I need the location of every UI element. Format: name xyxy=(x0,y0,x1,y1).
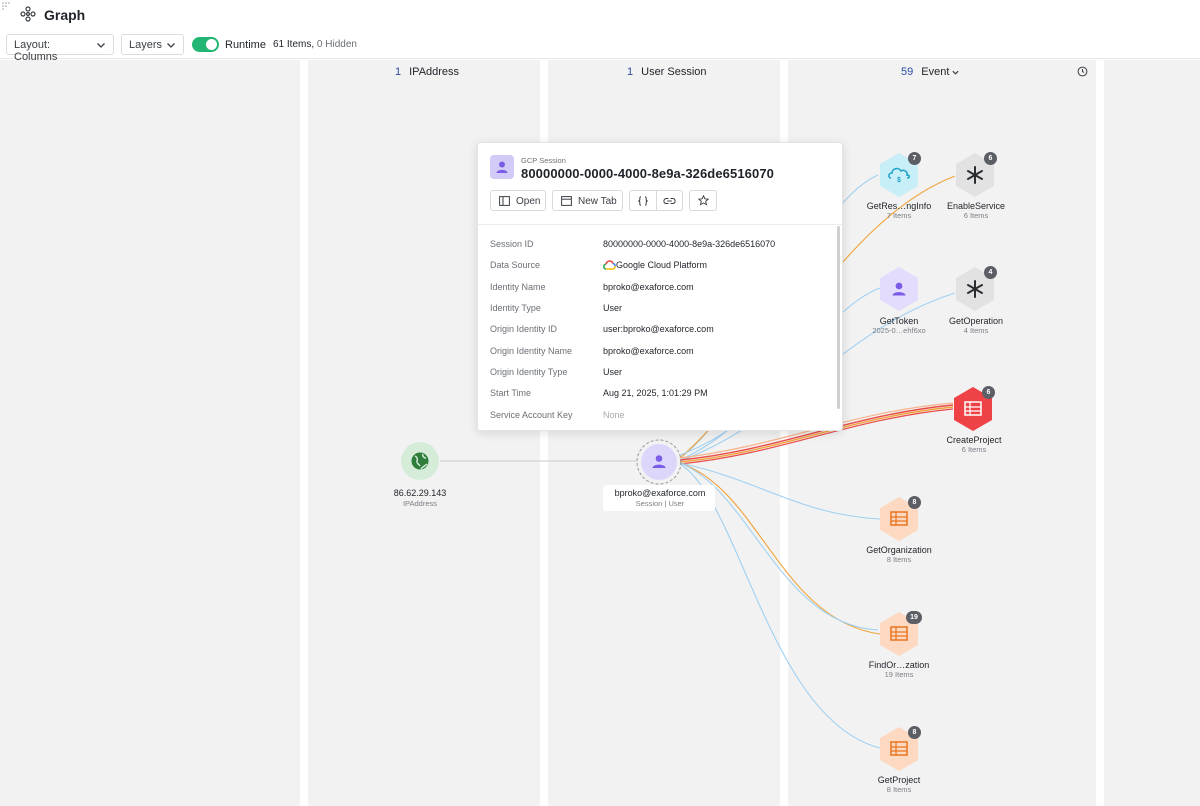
node-event-getresourcebilling[interactable]: $ 7 xyxy=(878,152,921,198)
user-icon xyxy=(636,439,682,485)
open-button-label: Open xyxy=(516,196,541,207)
field-value: Google Cloud Platform xyxy=(616,260,708,270)
node-event-label: GetProject xyxy=(877,775,921,785)
count-badge: 6 xyxy=(984,152,997,165)
node-event-createproject[interactable]: 6 xyxy=(952,386,995,432)
new-tab-button[interactable]: New Tab xyxy=(552,190,623,211)
panel-icon xyxy=(499,196,510,206)
node-session-label: bproko@exaforce.com xyxy=(614,488,706,498)
field-value: bproko@exaforce.com xyxy=(603,282,694,292)
count-badge: 7 xyxy=(908,152,921,165)
node-event-label: CreateProject xyxy=(946,435,1002,445)
field-value: Aug 21, 2025, 1:01:29 PM xyxy=(603,388,708,398)
field-key: Identity Type xyxy=(490,303,541,313)
runtime-label: Runtime xyxy=(225,39,266,51)
user-icon xyxy=(880,267,918,311)
chevron-down-icon xyxy=(167,43,175,48)
field-value: User xyxy=(603,367,623,377)
node-event-label: GetOrganization xyxy=(866,545,932,555)
popup-scrollbar[interactable] xyxy=(837,226,840,409)
node-event-getproject[interactable]: 8 xyxy=(878,726,921,772)
popup-title: 80000000-0000-4000-8e9a-326de6516070 xyxy=(521,166,774,181)
field-value: user:bproko@exaforce.com xyxy=(603,324,714,334)
node-ip-label: 86.62.29.143 xyxy=(393,488,447,498)
field-key: Service Account Key xyxy=(490,410,573,420)
field-key: Origin Identity Name xyxy=(490,346,573,356)
json-braces-icon[interactable] xyxy=(637,196,649,206)
drag-handle-icon[interactable] xyxy=(2,2,12,12)
graph-toolbar: Layout: Columns Layers Runtime 61 Items,… xyxy=(0,30,1200,63)
google-cloud-icon xyxy=(603,260,616,270)
node-event-label: EnableService xyxy=(946,201,1006,211)
items-count: 61 Items, xyxy=(273,39,315,50)
button-divider xyxy=(656,191,657,210)
node-event-getoperation[interactable]: 4 xyxy=(954,266,997,312)
field-session-id: Session ID 80000000-0000-4000-8e9a-326de… xyxy=(490,239,820,253)
layers-dropdown-label: Layers xyxy=(129,39,163,51)
node-session-sub: Session | User xyxy=(635,499,685,508)
count-badge: 6 xyxy=(982,386,995,399)
app-header: Graph xyxy=(0,0,1200,30)
count-badge: 8 xyxy=(908,496,921,509)
node-ipaddress[interactable] xyxy=(401,442,439,480)
node-event-findorganization[interactable]: 19 xyxy=(878,611,922,657)
field-value: User xyxy=(603,303,623,313)
field-origin-identity-id: Origin Identity ID user:bproko@exaforce.… xyxy=(490,324,820,338)
node-event-getorganization[interactable]: 8 xyxy=(878,496,921,542)
field-start-time: Start Time Aug 21, 2025, 1:01:29 PM xyxy=(490,388,820,402)
layers-dropdown[interactable]: Layers xyxy=(121,34,184,55)
node-ip-sub: IPAddress xyxy=(402,499,438,508)
node-event-sub: 8 Items xyxy=(886,785,912,794)
field-identity-type: Identity Type User xyxy=(490,303,820,317)
runtime-toggle[interactable] xyxy=(192,37,219,52)
star-icon xyxy=(698,195,709,206)
node-event-gettoken[interactable] xyxy=(878,266,920,312)
node-event-enableservice[interactable]: 6 xyxy=(954,152,997,198)
hidden-count: 0 Hidden xyxy=(316,39,357,50)
user-icon xyxy=(490,155,514,179)
field-key: Start Time xyxy=(490,388,532,398)
node-event-sub: 19 Items xyxy=(884,670,914,679)
node-event-label: FindOr…zation xyxy=(868,660,930,670)
graph-icon xyxy=(20,6,36,22)
count-badge: 4 xyxy=(984,266,997,279)
field-key: Data Source xyxy=(490,260,541,270)
field-key: Origin Identity Type xyxy=(490,367,568,377)
count-badge: 19 xyxy=(906,611,922,624)
new-tab-icon xyxy=(561,196,572,206)
json-link-button-group xyxy=(629,190,683,211)
new-tab-button-label: New Tab xyxy=(578,196,617,207)
field-service-account-key: Service Account Key None xyxy=(490,410,820,424)
field-key: Identity Name xyxy=(490,282,546,292)
node-event-label: GetOperation xyxy=(948,316,1004,326)
node-event-sub: 6 Items xyxy=(963,211,989,220)
items-summary: 61 Items, 0 Hidden xyxy=(273,39,357,50)
field-data-source: Data Source Google Cloud Platform xyxy=(490,260,820,274)
open-button[interactable]: Open xyxy=(490,190,546,211)
layout-dropdown[interactable]: Layout: Columns xyxy=(6,34,114,63)
count-badge: 8 xyxy=(908,726,921,739)
svg-text:$: $ xyxy=(897,177,901,184)
field-value: 80000000-0000-4000-8e9a-326de6516070 xyxy=(603,239,776,249)
field-origin-identity-name: Origin Identity Name bproko@exaforce.com xyxy=(490,346,820,360)
globe-icon xyxy=(401,442,439,480)
field-origin-identity-type: Origin Identity Type User xyxy=(490,367,820,381)
field-value: None xyxy=(603,410,625,420)
field-value: bproko@exaforce.com xyxy=(603,346,694,356)
node-event-sub: 8 Items xyxy=(886,555,912,564)
node-event-sub: 6 Items xyxy=(961,445,987,454)
field-key: Session ID xyxy=(490,239,534,249)
session-detail-popup[interactable]: GCP Session 80000000-0000-4000-8e9a-326d… xyxy=(477,142,843,431)
popup-entity-type: GCP Session xyxy=(521,156,566,165)
popup-divider xyxy=(478,224,842,225)
node-event-sub: 4 Items xyxy=(963,326,989,335)
node-user-session[interactable] xyxy=(636,439,682,485)
chevron-down-icon xyxy=(97,43,105,48)
favorite-button[interactable] xyxy=(689,190,717,211)
page-title: Graph xyxy=(44,7,86,23)
field-identity-name: Identity Name bproko@exaforce.com xyxy=(490,282,820,296)
field-key: Origin Identity ID xyxy=(490,324,558,334)
link-icon[interactable] xyxy=(663,196,676,206)
